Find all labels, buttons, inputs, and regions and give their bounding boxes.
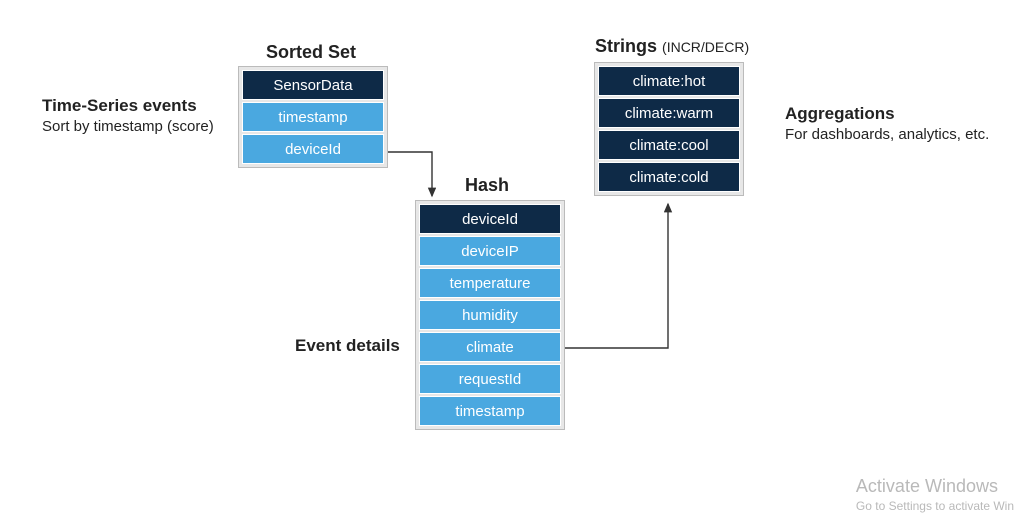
hash-cell: requestId [419, 364, 561, 394]
strings-cell: climate:warm [598, 98, 740, 128]
sorted-set-cell: SensorData [242, 70, 384, 100]
strings-cell: climate:cool [598, 130, 740, 160]
strings-title-paren: (INCR/DECR) [662, 39, 749, 55]
hash-title: Hash [465, 175, 509, 196]
label-title: Event details [295, 336, 400, 356]
hash-cell: deviceId [419, 204, 561, 234]
label-title: Aggregations [785, 104, 1005, 124]
label-event-details: Event details [295, 336, 400, 356]
hash-block: deviceId deviceIP temperature humidity c… [415, 200, 565, 430]
watermark-line1: Activate Windows [856, 476, 1014, 497]
sorted-set-cell: timestamp [242, 102, 384, 132]
label-aggregations: Aggregations For dashboards, analytics, … [785, 104, 1005, 143]
sorted-set-block: SensorData timestamp deviceId [238, 66, 388, 168]
sorted-set-title: Sorted Set [266, 42, 356, 63]
label-title: Time-Series events [42, 96, 242, 116]
strings-title-text: Strings [595, 36, 657, 56]
label-sub: For dashboards, analytics, etc. [785, 126, 1005, 143]
hash-cell: climate [419, 332, 561, 362]
sorted-set-cell: deviceId [242, 134, 384, 164]
hash-cell: temperature [419, 268, 561, 298]
watermark-line2: Go to Settings to activate Win [856, 499, 1014, 513]
hash-cell: deviceIP [419, 236, 561, 266]
strings-cell: climate:cold [598, 162, 740, 192]
label-time-series: Time-Series events Sort by timestamp (sc… [42, 96, 242, 135]
strings-cell: climate:hot [598, 66, 740, 96]
hash-cell: humidity [419, 300, 561, 330]
strings-title: Strings (INCR/DECR) [595, 36, 749, 57]
hash-cell: timestamp [419, 396, 561, 426]
activate-windows-watermark: Activate Windows Go to Settings to activ… [856, 476, 1014, 513]
label-sub: Sort by timestamp (score) [42, 118, 242, 135]
strings-block: climate:hot climate:warm climate:cool cl… [594, 62, 744, 196]
